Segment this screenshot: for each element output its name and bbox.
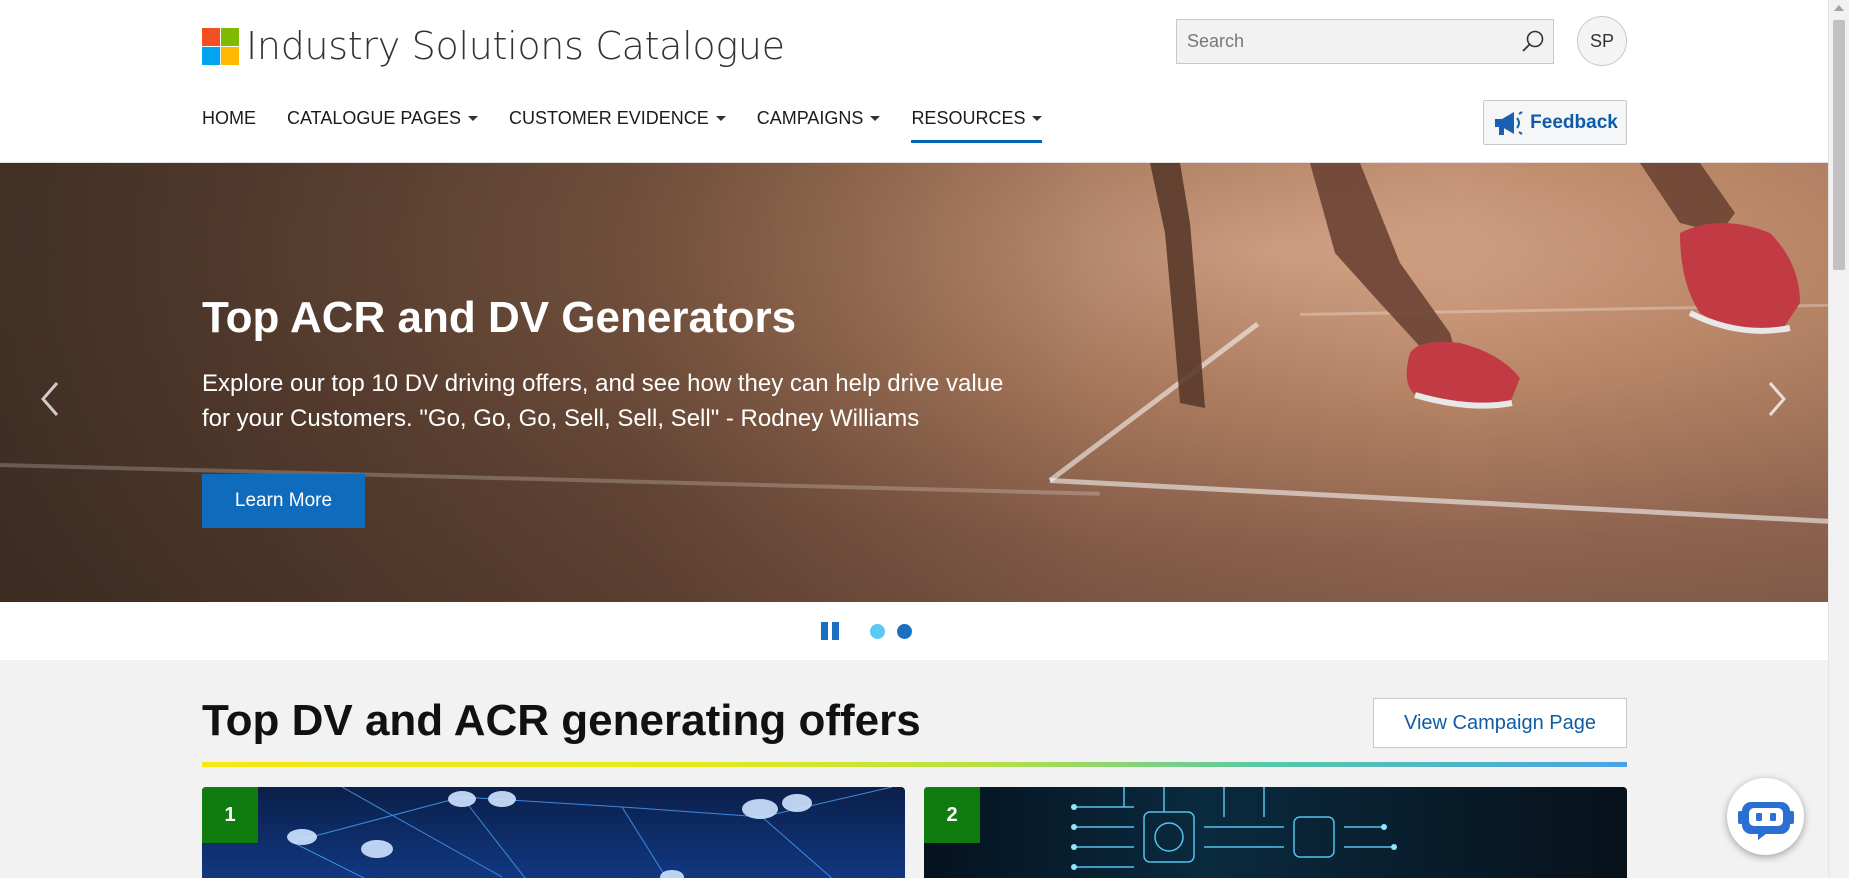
chatbot-button[interactable] — [1727, 778, 1804, 855]
nav-item-label: CUSTOMER EVIDENCE — [509, 107, 709, 128]
feedback-label: Feedback — [1530, 111, 1618, 133]
nav-item-catalogue-pages[interactable]: CATALOGUE PAGES — [287, 102, 479, 134]
hero-title: Top ACR and DV Generators — [202, 293, 797, 342]
megaphone-icon — [1495, 110, 1523, 135]
rainbow-divider — [202, 762, 1627, 767]
site-header: Industry Solutions Catalogue SP HOME CAT… — [0, 0, 1828, 163]
chevron-right-icon[interactable] — [1762, 369, 1792, 429]
avatar[interactable]: SP — [1577, 16, 1627, 66]
main-nav: HOME CATALOGUE PAGES CUSTOMER EVIDENCE C… — [202, 102, 1073, 143]
caret-down-icon — [1032, 115, 1043, 121]
search-box — [1176, 19, 1554, 64]
scroll-up-icon[interactable] — [1834, 5, 1844, 11]
nav-item-label: CATALOGUE PAGES — [287, 107, 462, 128]
track-line — [0, 463, 1100, 496]
hero-description: Explore our top 10 DV driving offers, an… — [202, 370, 1004, 432]
view-campaign-page-button[interactable]: View Campaign Page — [1373, 698, 1627, 748]
offer-card-2[interactable]: 2 — [924, 787, 1627, 878]
feedback-button[interactable]: Feedback — [1483, 100, 1627, 145]
hero-carousel: Top ACR and DV Generators Explore our to… — [0, 163, 1828, 602]
nav-item-campaigns[interactable]: CAMPAIGNS — [757, 102, 881, 134]
caret-down-icon — [468, 115, 479, 121]
track-line — [1049, 478, 1828, 524]
scrollbar-thumb[interactable] — [1833, 20, 1845, 270]
offer-card-1[interactable]: 1 — [202, 787, 905, 878]
cloud-network-image — [287, 787, 893, 878]
runner-image — [1150, 163, 1800, 409]
site-title: Industry Solutions Catalogue — [246, 24, 785, 68]
carousel-controls — [0, 602, 1828, 660]
pause-icon[interactable] — [820, 622, 839, 640]
nav-item-customer-evidence[interactable]: CUSTOMER EVIDENCE — [509, 102, 726, 134]
circuit-image — [1071, 787, 1397, 870]
carousel-dot-2[interactable] — [896, 623, 912, 639]
learn-more-button[interactable]: Learn More — [202, 474, 365, 528]
vertical-scrollbar[interactable] — [1828, 0, 1849, 878]
caret-down-icon — [870, 115, 881, 121]
caret-down-icon — [715, 115, 726, 121]
card-number-badge: 1 — [202, 787, 258, 843]
brand[interactable]: Industry Solutions Catalogue — [202, 24, 785, 68]
nav-item-label: CAMPAIGNS — [756, 107, 864, 128]
carousel-dot-1[interactable] — [869, 623, 885, 639]
nav-item-label: HOME — [202, 107, 256, 128]
card-number-badge: 2 — [924, 787, 980, 843]
page: Industry Solutions Catalogue SP HOME CAT… — [0, 0, 1849, 878]
search-icon[interactable] — [1513, 22, 1553, 62]
section-title: Top DV and ACR generating offers — [202, 696, 921, 745]
nav-item-resources[interactable]: RESOURCES — [911, 102, 1043, 143]
offers-section: Top DV and ACR generating offers View Ca… — [0, 660, 1828, 878]
microsoft-logo-icon — [202, 27, 239, 65]
search-input[interactable] — [1177, 20, 1513, 63]
nav-item-label: RESOURCES — [911, 107, 1026, 128]
nav-item-home[interactable]: HOME — [202, 102, 256, 134]
chevron-left-icon[interactable] — [35, 369, 65, 429]
bot-icon — [1737, 801, 1794, 840]
